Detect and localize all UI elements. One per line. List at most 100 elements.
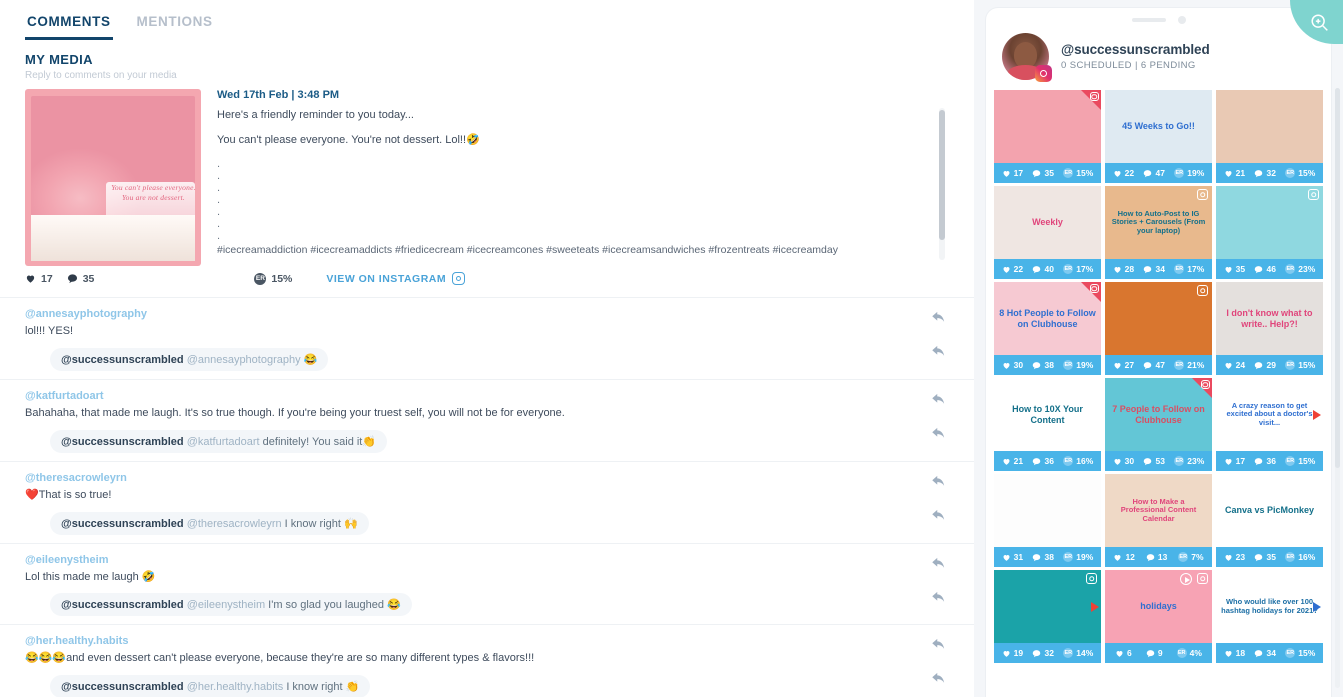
post-date: Wed 17th Feb | 3:48 PM: [217, 89, 340, 101]
media-grid-item[interactable]: A crazy reason to get excited about a do…: [1216, 378, 1323, 471]
reply-arrow-icon[interactable]: [931, 671, 946, 686]
heart-icon: [1225, 362, 1232, 369]
media-stats-bar: 17 36 ER 15%: [1216, 451, 1323, 471]
media-likes-count: 21: [1013, 456, 1024, 466]
heart-icon: [1116, 650, 1123, 657]
heart-icon: [1225, 266, 1232, 273]
media-thumbnail: I don't know what to write.. Help?!: [1216, 282, 1323, 355]
media-likes: 17: [1002, 168, 1023, 178]
media-engagement: ER 19%: [1174, 168, 1204, 178]
media-engagement: ER 21%: [1174, 360, 1204, 370]
media-caption: A crazy reason to get excited about a do…: [1226, 400, 1313, 427]
media-grid-item[interactable]: 8 Hot People to Follow on Clubhouse 30 38 E…: [994, 282, 1101, 375]
caption-scrollbar[interactable]: [939, 108, 945, 260]
reply-arrow-icon[interactable]: [931, 590, 946, 605]
media-engagement-value: 15%: [1298, 360, 1316, 370]
instagram-icon: [1308, 189, 1319, 200]
media-comments: 35: [1032, 168, 1054, 178]
media-likes-count: 22: [1124, 168, 1135, 178]
media-grid-item[interactable]: How to Auto-Post to IG Stories + Carouse…: [1105, 186, 1212, 279]
media-likes-count: 23: [1235, 552, 1246, 562]
media-grid-item[interactable]: How to 10X Your Content 21 36 ER 16%: [994, 378, 1101, 471]
media-grid-item[interactable]: 31 38 ER 19%: [994, 474, 1101, 567]
media-likes-count: 6: [1127, 648, 1132, 658]
avatar[interactable]: [1002, 33, 1052, 82]
reply-arrow-icon[interactable]: [931, 556, 946, 571]
comment-reply: @successunscrambled @katfurtadoart defin…: [0, 429, 974, 453]
media-engagement-value: 15%: [1076, 168, 1094, 178]
media-grid-item[interactable]: Weekly 22 40 ER 17%: [994, 186, 1101, 279]
carousel-next-icon[interactable]: [1313, 601, 1321, 612]
media-engagement: ER 15%: [1285, 168, 1315, 178]
reply-arrow-icon[interactable]: [931, 637, 946, 652]
media-comments: 36: [1254, 456, 1276, 466]
reply-arrow-icon[interactable]: [931, 426, 946, 441]
panel-tabs: COMMENTS MENTIONS: [0, 0, 974, 40]
engagement-icon: ER: [1178, 552, 1189, 562]
caption-line-2: You can't please everyone. You're not de…: [217, 133, 480, 146]
media-stats-bar: 27 47 ER 21%: [1105, 355, 1212, 375]
comment-reply: @successunscrambled @theresacrowleyrn I …: [0, 511, 974, 535]
media-preview-panel: @successunscrambled 0 SCHEDULED | 6 PEND…: [974, 0, 1343, 697]
media-caption: 45 Weeks to Go!!: [1122, 121, 1195, 132]
engagement-icon: ER: [1063, 168, 1074, 178]
comment-username[interactable]: @theresacrowleyrn: [0, 472, 974, 484]
media-grid-item[interactable]: 21 32 ER 15%: [1216, 90, 1323, 183]
media-caption: holidays: [1140, 601, 1177, 612]
tab-comments[interactable]: COMMENTS: [25, 10, 113, 40]
tab-mentions[interactable]: MENTIONS: [135, 10, 215, 40]
reply-arrow-icon[interactable]: [931, 344, 946, 359]
media-engagement: ER 7%: [1178, 552, 1204, 562]
media-comments: 38: [1032, 360, 1054, 370]
media-comments-count: 36: [1266, 456, 1276, 466]
engagement-icon: ER: [1063, 264, 1074, 274]
media-grid-item[interactable]: How to Make a Professional Content Calen…: [1105, 474, 1212, 567]
media-grid-item[interactable]: 19 32 ER 14%: [994, 570, 1101, 663]
media-engagement: ER 17%: [1174, 264, 1204, 274]
media-grid-item[interactable]: I don't know what to write.. Help?! 24 29 E…: [1216, 282, 1323, 375]
carousel-next-icon[interactable]: [1313, 409, 1321, 420]
media-thumbnail: Weekly: [994, 186, 1101, 259]
media-grid-item[interactable]: Canva vs PicMonkey 23 35 ER 16%: [1216, 474, 1323, 567]
post-thumbnail[interactable]: You can't please everyone. You are not d…: [25, 89, 201, 266]
comment-icon: [1144, 169, 1152, 177]
heart-icon: [1114, 458, 1121, 465]
section-header: MY MEDIA Reply to comments on your media: [0, 40, 974, 81]
reply-arrow-icon[interactable]: [931, 310, 946, 325]
media-comments-count: 32: [1044, 648, 1054, 658]
media-grid-item[interactable]: 7 People to Follow on Clubhouse 30 53 ER 23%: [1105, 378, 1212, 471]
view-on-instagram-link[interactable]: VIEW ON INSTAGRAM: [326, 272, 466, 285]
media-caption: How to 10X Your Content: [1012, 404, 1083, 425]
comment-icon: [1255, 457, 1263, 465]
media-panel-scrollbar[interactable]: [1335, 88, 1340, 688]
reply-arrow-icon[interactable]: [931, 392, 946, 407]
media-grid-item[interactable]: 45 Weeks to Go!! 22 47 ER 19%: [1105, 90, 1212, 183]
media-grid-item[interactable]: 17 35 ER 15%: [994, 90, 1101, 183]
reply-arrow-icon[interactable]: [931, 474, 946, 489]
media-thumbnail: How to Auto-Post to IG Stories + Carouse…: [1105, 186, 1212, 259]
media-likes: 22: [1113, 168, 1134, 178]
media-grid-item[interactable]: Who would like over 100 hashtag holidays…: [1216, 570, 1323, 663]
media-comments: 46: [1254, 264, 1276, 274]
media-stats-bar: 22 40 ER 17%: [994, 259, 1101, 279]
instagram-icon: [1089, 92, 1099, 101]
comment-username[interactable]: @her.healthy.habits: [0, 635, 974, 647]
comment-username[interactable]: @annesayphotography: [0, 308, 974, 320]
engagement-icon: ER: [1174, 168, 1185, 178]
media-grid-item[interactable]: 27 47 ER 21%: [1105, 282, 1212, 375]
reply-text: definitely! You said it👏: [259, 435, 377, 448]
profile-stats: 0 SCHEDULED | 6 PENDING: [1061, 60, 1196, 71]
media-stats-bar: 19 32 ER 14%: [994, 643, 1101, 663]
comment-username[interactable]: @eileenystheim: [0, 554, 974, 566]
carousel-next-icon[interactable]: [1091, 601, 1099, 612]
comment-thread: @theresacrowleyrn ❤️That is so true! @succ…: [0, 460, 974, 543]
media-grid-item[interactable]: holidays 6 9 ER 4%: [1105, 570, 1212, 663]
media-likes-count: 19: [1013, 648, 1024, 658]
comment-icon: [67, 274, 77, 284]
card-handle[interactable]: [986, 8, 1331, 26]
reply-mention: @eileenystheim: [186, 599, 266, 612]
media-likes-count: 17: [1013, 168, 1024, 178]
reply-arrow-icon[interactable]: [931, 508, 946, 523]
comment-username[interactable]: @katfurtadoart: [0, 390, 974, 402]
media-grid-item[interactable]: 35 46 ER 23%: [1216, 186, 1323, 279]
